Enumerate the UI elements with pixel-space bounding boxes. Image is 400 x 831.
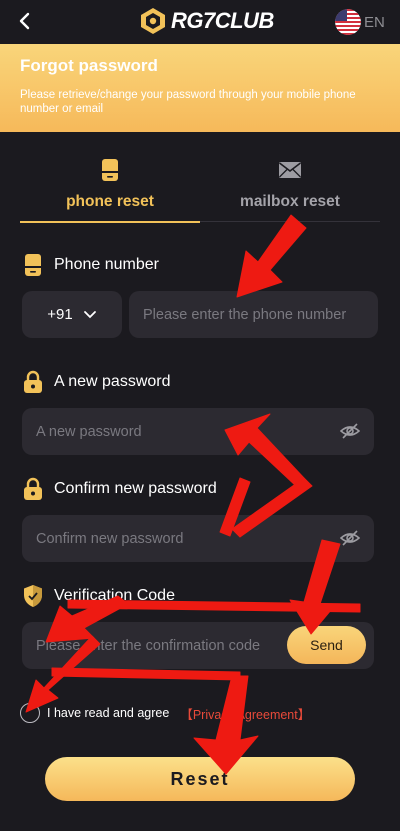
reset-method-tabs: phone reset mailbox reset <box>20 150 380 223</box>
phone-number-label: Phone number <box>54 256 159 273</box>
annotation-arrow-icon <box>236 214 307 298</box>
page-banner: Forgot password Please retrieve/change y… <box>0 44 400 132</box>
top-bar: RG7CLUB EN <box>0 0 400 44</box>
eye-off-icon[interactable] <box>340 528 360 548</box>
phone-icon <box>101 157 119 183</box>
new-password-label: A new password <box>54 373 171 390</box>
agreement-checkbox[interactable] <box>20 703 40 723</box>
phone-number-placeholder: Please enter the phone number <box>143 306 347 323</box>
page-description: Please retrieve/change your password thr… <box>20 89 356 115</box>
new-password-input[interactable]: A new password <box>22 408 374 455</box>
verification-code-placeholder: Please enter the confirmation code <box>36 637 261 654</box>
logo-text: RG7CLUB <box>171 8 274 33</box>
phone-number-label-row: Phone number <box>22 253 159 277</box>
phone-number-input[interactable]: Please enter the phone number <box>129 291 378 338</box>
confirm-password-label-row: Confirm new password <box>22 477 217 501</box>
new-password-label-row: A new password <box>22 370 171 394</box>
tab-phone-reset-label: phone reset <box>66 193 154 210</box>
back-icon[interactable] <box>12 8 36 34</box>
confirm-password-input[interactable]: Confirm new password <box>22 515 374 562</box>
send-code-button[interactable]: Send <box>287 626 366 664</box>
verification-code-label: Verification Code <box>54 587 175 604</box>
language-selector[interactable]: EN <box>335 9 385 35</box>
annotation-arrow-icon <box>51 667 241 681</box>
reset-button[interactable]: Reset <box>45 757 355 801</box>
tab-mailbox-reset-label: mailbox reset <box>240 193 340 210</box>
us-flag-icon <box>335 9 361 35</box>
tab-phone-reset[interactable]: phone reset <box>20 150 200 223</box>
privacy-agreement-link[interactable]: 【Privacy Agreement】 <box>180 704 310 723</box>
agreement-row: I have read and agree 【Privacy Agreement… <box>20 703 310 723</box>
logo: RG7CLUB <box>139 6 274 36</box>
phone-icon <box>22 253 44 277</box>
tab-mailbox-reset[interactable]: mailbox reset <box>200 150 380 222</box>
verification-code-label-row: Verification Code <box>22 584 175 608</box>
shield-icon <box>22 584 44 608</box>
mail-icon <box>278 157 302 183</box>
confirm-password-placeholder: Confirm new password <box>36 530 184 547</box>
language-label: EN <box>364 13 385 31</box>
active-tab-indicator <box>20 221 200 223</box>
lock-icon <box>22 370 44 394</box>
country-code-select[interactable]: +91 <box>22 291 122 338</box>
confirm-password-label: Confirm new password <box>54 480 217 497</box>
new-password-placeholder: A new password <box>36 423 142 440</box>
lock-icon <box>22 477 44 501</box>
agreement-text: I have read and agree <box>47 706 170 720</box>
country-code-value: +91 <box>47 306 73 323</box>
page-title: Forgot password <box>20 56 158 75</box>
eye-off-icon[interactable] <box>340 421 360 441</box>
chevron-down-icon <box>83 310 96 318</box>
logo-mark-icon <box>141 8 165 34</box>
